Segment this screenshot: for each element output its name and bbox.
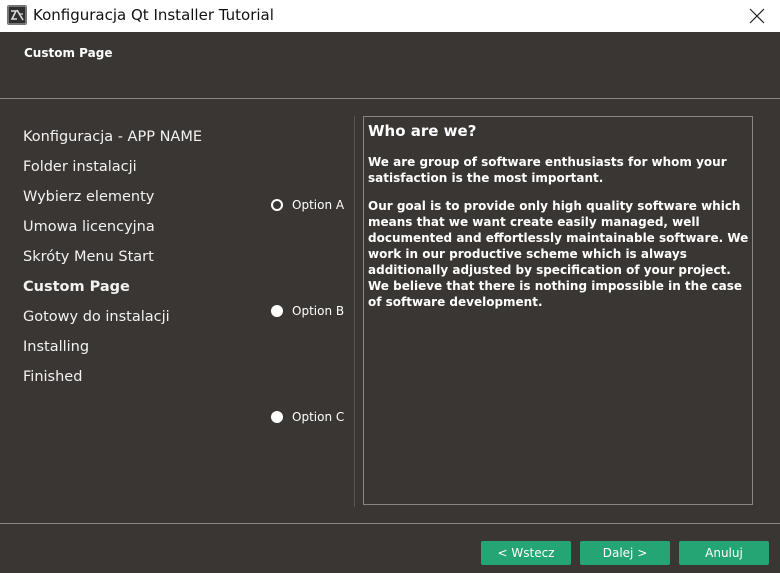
info-heading: Who are we? bbox=[368, 122, 477, 140]
app-icon bbox=[7, 5, 27, 25]
back-button[interactable]: < Wstecz bbox=[481, 541, 571, 565]
option-b-radio[interactable]: Option B bbox=[271, 302, 344, 320]
step-item: Installing bbox=[23, 339, 90, 355]
page-title: Custom Page bbox=[24, 46, 113, 60]
title-bar: Konfiguracja Qt Installer Tutorial bbox=[0, 0, 780, 32]
steps-list: Konfiguracja - APP NAME Folder instalacj… bbox=[23, 128, 202, 398]
option-a-radio[interactable]: Option A bbox=[271, 196, 344, 214]
page-header: Custom Page bbox=[0, 32, 780, 98]
info-paragraph-1: We are group of software enthusiasts for… bbox=[368, 155, 727, 185]
step-item: Umowa licencyjna bbox=[23, 219, 155, 235]
next-button[interactable]: Dalej > bbox=[580, 541, 670, 565]
step-item: Wybierz elementy bbox=[23, 189, 155, 205]
step-item: Folder instalacji bbox=[23, 159, 137, 175]
step-item: Gotowy do instalacji bbox=[23, 309, 170, 325]
info-panel: Who are we? We are group of software ent… bbox=[363, 116, 753, 505]
option-c-label: Option C bbox=[292, 410, 345, 424]
window-title: Konfiguracja Qt Installer Tutorial bbox=[33, 6, 274, 24]
radio-filled-icon bbox=[271, 305, 283, 317]
cancel-button[interactable]: Anuluj bbox=[679, 541, 769, 565]
option-c-radio[interactable]: Option C bbox=[271, 408, 344, 426]
panel-divider bbox=[354, 116, 355, 507]
header-divider bbox=[0, 98, 780, 99]
info-paragraph-2: Our goal is to provide only high quality… bbox=[368, 199, 749, 309]
step-item: Konfiguracja - APP NAME bbox=[23, 129, 203, 145]
radio-unchecked-icon bbox=[271, 199, 283, 211]
step-item-current: Custom Page bbox=[23, 279, 130, 295]
close-icon bbox=[749, 8, 765, 24]
close-button[interactable] bbox=[734, 0, 780, 32]
option-a-label: Option A bbox=[292, 198, 345, 212]
radio-filled-icon bbox=[271, 411, 283, 423]
footer-divider bbox=[0, 523, 780, 524]
option-b-label: Option B bbox=[292, 304, 345, 318]
step-item: Finished bbox=[23, 369, 83, 385]
step-item: Skróty Menu Start bbox=[23, 249, 154, 265]
